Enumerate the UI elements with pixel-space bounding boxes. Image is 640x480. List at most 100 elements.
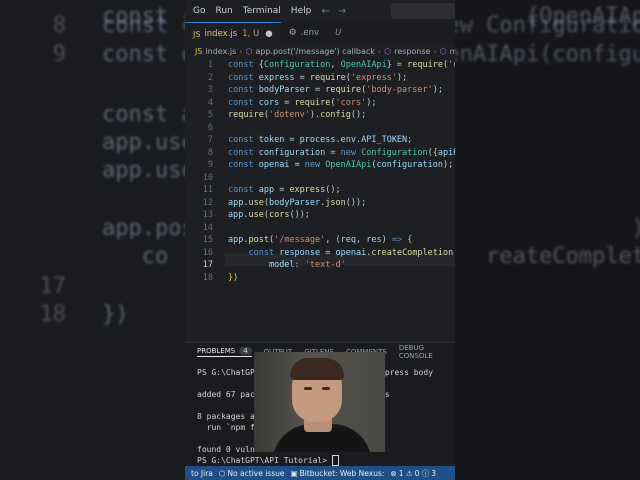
terminal-prompt-line: PS G:\ChatGPT\API Tutorial> — [197, 455, 433, 466]
code-token: = — [309, 85, 326, 95]
tab-env[interactable]: ⚙ .env U — [281, 22, 350, 44]
breadcrumb-more[interactable]: mo — [450, 47, 455, 56]
command-center-search[interactable] — [391, 3, 455, 19]
code-token: model — [268, 260, 295, 270]
breadcrumb-symbol[interactable]: app.post('/message') callback — [255, 47, 374, 56]
chevron-right-icon: › — [433, 46, 437, 56]
back-arrow-icon[interactable]: ← — [321, 6, 329, 17]
code-text: }) — [228, 272, 238, 285]
code-token: apiKe — [437, 147, 455, 158]
code-line: 13 app.use(cors()); — [185, 209, 455, 222]
code-token: OpenAIApi — [340, 60, 387, 70]
status-problems[interactable]: ⊗ 1 ⚠ 0 ⓘ 3 — [390, 468, 436, 479]
code-token: app — [228, 210, 244, 220]
code-token: = — [284, 135, 300, 145]
tab-problems[interactable]: PROBLEMS 4 — [197, 347, 252, 357]
gear-icon: ⚙ — [288, 28, 297, 38]
code-text: const bodyParser = require('body-parser'… — [228, 84, 443, 97]
function-icon: ⬡ — [245, 46, 253, 56]
code-line: 1 const {Configuration, OpenAIApi} = requ… — [185, 59, 455, 72]
code-token: cors — [268, 210, 290, 220]
line-number: 15 — [202, 235, 213, 245]
code-token: ); — [432, 85, 443, 95]
code-line: 2 const express = require('express'); — [185, 72, 455, 85]
code-token: use — [248, 197, 264, 208]
code-token: require — [294, 97, 331, 108]
bitbucket-label: Bitbucket: Web Nexus: — [299, 468, 385, 478]
code-token: OpenAIApi — [325, 160, 372, 170]
code-token: Configuration — [263, 60, 331, 70]
breadcrumb-file[interactable]: index.js — [205, 47, 236, 56]
code-text: const app = express(); — [228, 184, 341, 197]
menu-terminal[interactable]: Terminal — [241, 6, 283, 16]
jira-issue-icon: ⬡ — [218, 468, 226, 478]
unsaved-dot-icon[interactable]: ● — [265, 29, 272, 39]
code-token: = — [320, 247, 336, 258]
code-token: (); — [350, 110, 367, 120]
code-token: 'body-parser' — [366, 85, 433, 95]
code-line: 17 model: 'text-d' — [185, 259, 455, 272]
code-token: env — [340, 135, 356, 145]
code-token: '/message' — [274, 235, 326, 245]
code-editor[interactable]: 1 const {Configuration, OpenAIApi} = requ… — [185, 58, 455, 283]
code-token: ); — [443, 160, 454, 170]
code-token: { — [407, 235, 413, 245]
problems-count-badge: 4 — [239, 347, 252, 355]
tab-debug-console[interactable]: DEBUG CONSOLE — [399, 344, 455, 360]
status-issue[interactable]: ⬡ No active issue — [219, 469, 285, 478]
code-line: 18}) — [185, 272, 455, 285]
tab-label: .env — [300, 28, 320, 38]
code-text: model: 'text-d' — [228, 259, 346, 272]
code-token: openai — [258, 160, 290, 170]
code-text: app.use(bodyParser.json()); — [228, 197, 366, 210]
code-line: 14 — [185, 222, 455, 235]
code-token: post — [248, 235, 269, 245]
editor-tabs: JS index.js 1, U ● ⚙ .env U — [185, 22, 455, 45]
code-text: const openai = new OpenAIApi(configurati… — [228, 159, 453, 172]
tab-label: index.js — [204, 29, 238, 39]
status-jira[interactable]: to Jira — [191, 469, 213, 478]
menu-go[interactable]: Go — [191, 6, 207, 16]
chevron-right-icon: › — [377, 46, 382, 56]
code-line: 4 const cors = require('cors'); — [185, 97, 455, 110]
chevron-right-icon: › — [239, 46, 243, 56]
bg-line-number: 18 — [39, 302, 67, 327]
code-token: use — [248, 210, 264, 220]
code-line: 12 app.use(bodyParser.json()); — [185, 197, 455, 210]
js-file-icon: JS — [193, 29, 201, 39]
code-token: app — [228, 197, 244, 208]
code-text: const configuration = new Configuration(… — [228, 147, 455, 160]
code-token: => — [391, 235, 408, 245]
forward-arrow-icon[interactable]: → — [338, 6, 346, 17]
code-token: const — [228, 147, 259, 158]
code-token: = — [279, 97, 295, 108]
bg-code: app.use — [102, 158, 195, 183]
issue-label: No active issue — [227, 468, 285, 478]
tab-index-js[interactable]: JS index.js 1, U ● — [185, 22, 281, 45]
code-token: 'express' — [350, 72, 397, 83]
menu-run[interactable]: Run — [213, 6, 234, 16]
warning-icon: ⚠ — [405, 468, 413, 478]
bitbucket-icon: ▣ — [290, 468, 298, 478]
status-bitbucket[interactable]: ▣ Bitbucket: Web Nexus: — [290, 469, 384, 478]
tab-label: PROBLEMS — [197, 347, 236, 355]
error-count: 1 — [398, 468, 404, 478]
code-line: 11 const app = express(); — [185, 184, 455, 197]
line-number: 16 — [202, 247, 213, 258]
tab-status: 1, U — [242, 29, 260, 39]
breadcrumb-inner[interactable]: response — [394, 47, 430, 56]
code-token: = — [294, 72, 310, 83]
code-text: app.post('/message', (req, res) => { — [228, 234, 412, 247]
code-line: 9 const openai = new OpenAIApi(configurat… — [185, 159, 455, 172]
menu-help[interactable]: Help — [289, 6, 314, 16]
line-number: 8 — [207, 147, 213, 158]
code-line: 6 — [185, 122, 455, 135]
line-number: 18 — [202, 272, 213, 283]
code-token: express — [258, 72, 295, 83]
webcam-overlay — [254, 352, 385, 452]
bg-line-number: 9 — [52, 42, 66, 67]
code-token: json — [325, 197, 346, 208]
bg-code: }) — [102, 302, 129, 327]
code-token: = — [325, 147, 341, 158]
code-line: 8 const configuration = new Configuration… — [185, 147, 455, 160]
